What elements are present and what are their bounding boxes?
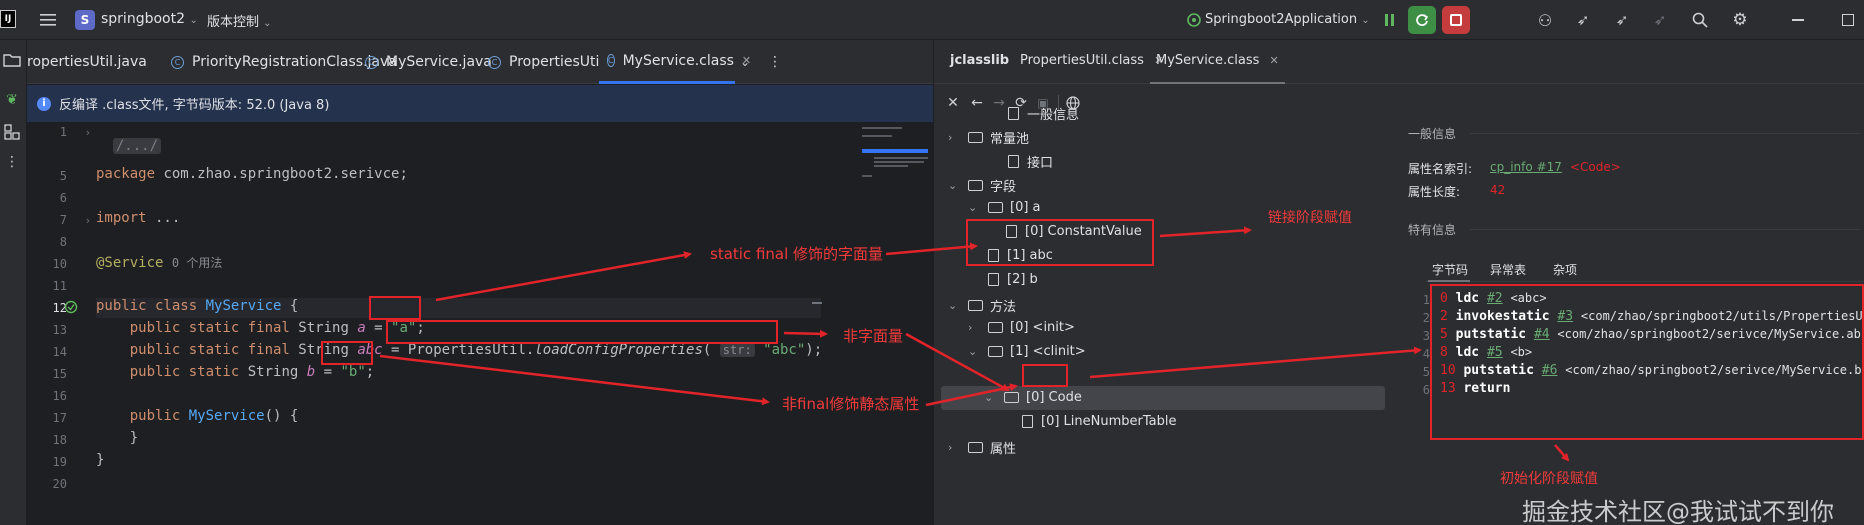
arrow-label-to-field-a [885, 242, 978, 256]
arrow-b-to-label [379, 354, 770, 406]
arrow-abc-to-label [783, 329, 828, 338]
arrow-bytecode-to-init [1554, 444, 1570, 462]
arrow-nonliteral-to-clinit [905, 332, 1010, 392]
arrow-a-to-label [435, 251, 692, 302]
watermark: 掘金技术社区@我试试不到你 [1522, 498, 1834, 525]
arrow-clinit-to-bytecode [1089, 346, 1422, 379]
arrow-field-to-link [1159, 226, 1252, 238]
annotation-arrows [379, 226, 1570, 462]
arrow-nonfinal-to-clinit [925, 383, 1018, 407]
